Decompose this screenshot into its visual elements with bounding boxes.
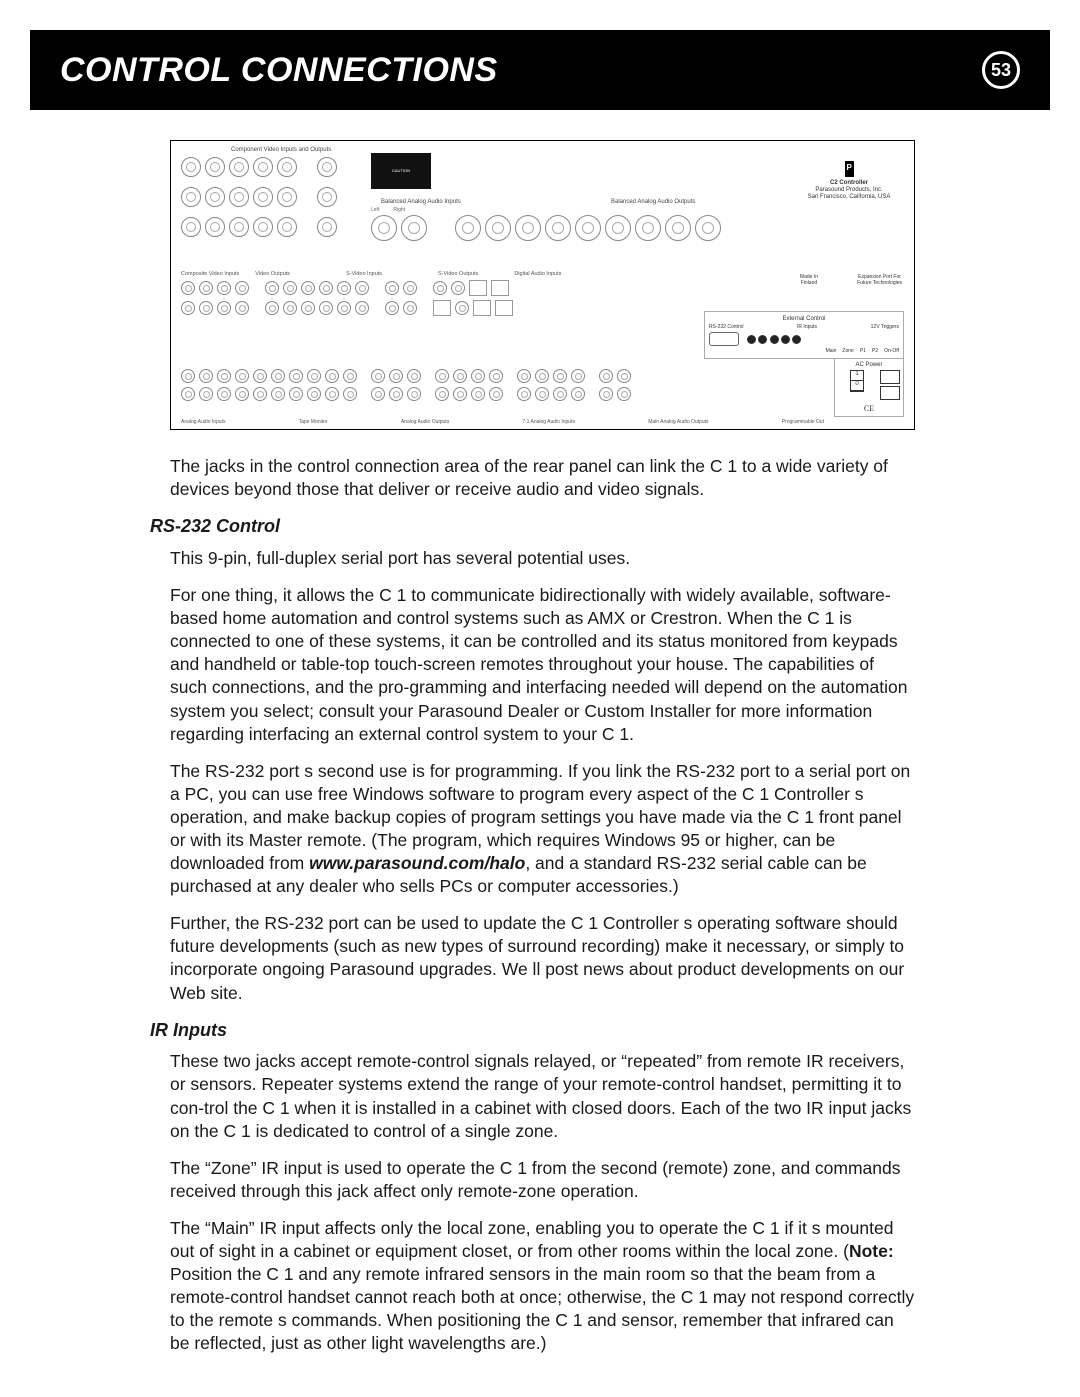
label-svideo-inputs: S-Video Inputs xyxy=(346,271,382,277)
iec-inlet-icon xyxy=(880,370,900,384)
label-balanced-in: Balanced Analog Audio Inputs xyxy=(381,199,461,205)
ir-p2: The “Zone” IR input is used to operate t… xyxy=(170,1157,915,1203)
page-title: CONTROL CONNECTIONS xyxy=(60,51,982,90)
parasound-url: www.parasound.com/halo xyxy=(309,853,525,873)
label-made-in: Made InFinland xyxy=(800,275,818,286)
label-expansion-port: Expansion Port ForFuture Technologies xyxy=(857,275,902,286)
subhead-rs232: RS-232 Control xyxy=(150,515,915,539)
ir-p1: These two jacks accept remote-control si… xyxy=(170,1050,915,1142)
caution-box: CAUTION xyxy=(371,153,431,189)
label-digital-inputs: Digital Audio Inputs xyxy=(514,271,561,277)
header-bar: CONTROL CONNECTIONS 53 xyxy=(30,30,1050,110)
rs232-p3: The RS-232 port s second use is for prog… xyxy=(170,760,915,899)
intro-paragraph: The jacks in the control connection area… xyxy=(170,455,915,501)
note-label: Note: xyxy=(849,1241,894,1261)
power-switch-icon: 10 xyxy=(850,370,864,392)
ir-p3: The “Main” IR input affects only the loc… xyxy=(170,1217,915,1356)
rear-panel-diagram: Component Video Inputs and Outputs CAUTI… xyxy=(170,140,915,430)
label-balanced-out: Balanced Analog Audio Outputs xyxy=(611,199,695,205)
label-component-video: Component Video Inputs and Outputs xyxy=(231,147,331,153)
body-content: The jacks in the control connection area… xyxy=(170,455,915,1370)
rs232-p4: Further, the RS-232 port can be used to … xyxy=(170,912,915,1004)
ac-power-box: AC Power 10 CE xyxy=(834,358,904,417)
ce-mark-icon: CE xyxy=(838,404,900,413)
rs232-p1: This 9-pin, full-duplex serial port has … xyxy=(170,547,915,570)
external-control-box: External Control RS-232 Control IR Input… xyxy=(704,311,904,359)
parasound-logo-icon xyxy=(845,161,854,177)
subhead-ir-inputs: IR Inputs xyxy=(150,1019,915,1043)
ir-jack-icon xyxy=(747,335,756,344)
label-svideo-outputs: S-Video Outputs xyxy=(438,271,478,277)
label-video-outputs: Video Outputs xyxy=(255,271,290,277)
brand-block: C2 Controller Parasound Products, Inc. S… xyxy=(794,161,904,202)
rs232-p2: For one thing, it allows the C 1 to comm… xyxy=(170,584,915,746)
rs232-port-icon xyxy=(709,332,739,346)
label-composite-video: Composite Video Inputs xyxy=(181,271,239,277)
page-number-badge: 53 xyxy=(982,51,1020,89)
